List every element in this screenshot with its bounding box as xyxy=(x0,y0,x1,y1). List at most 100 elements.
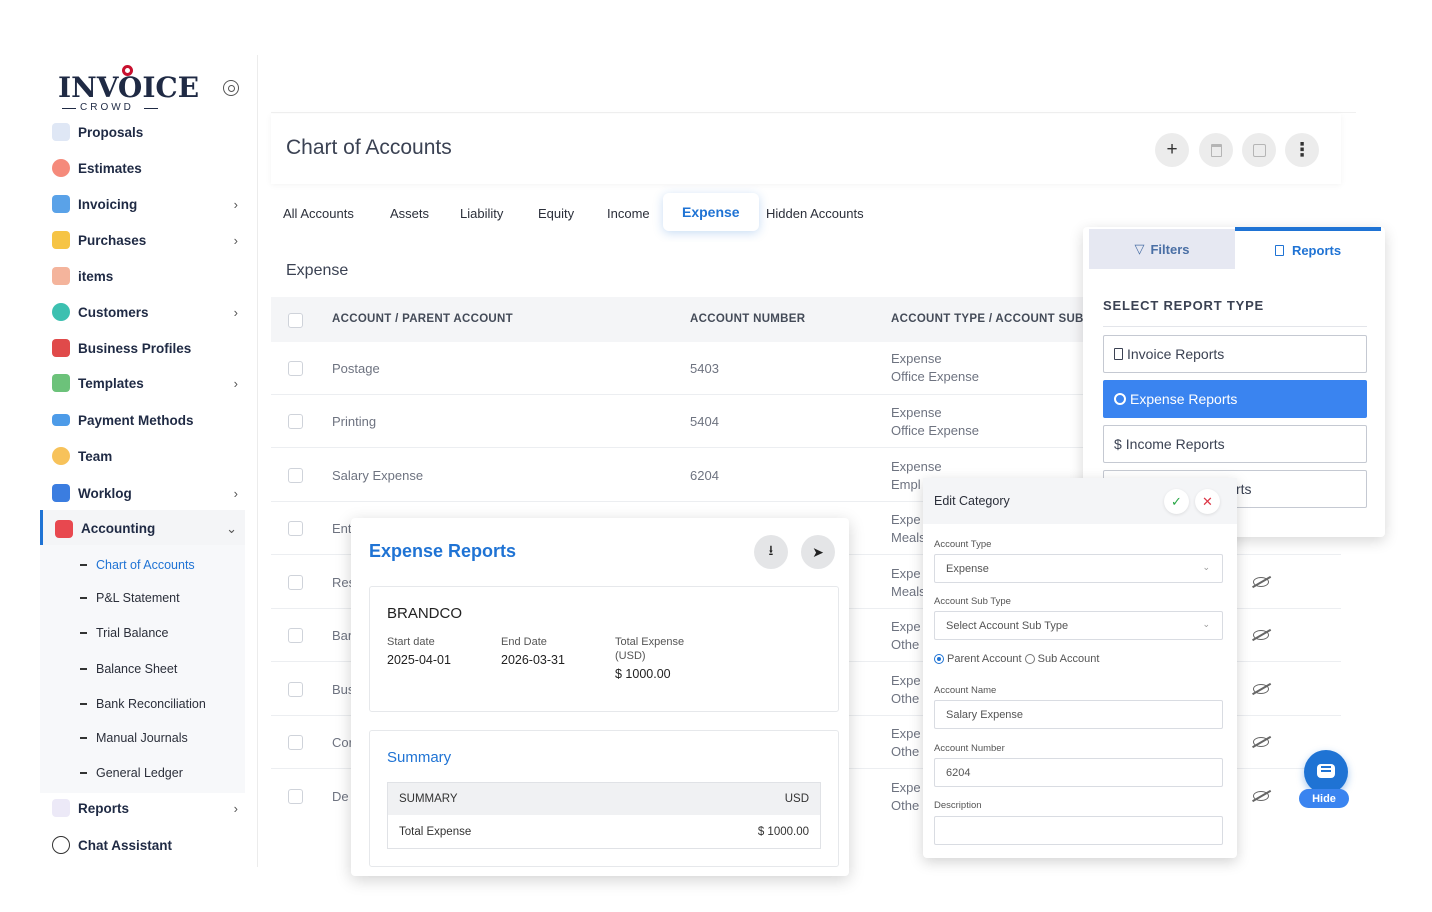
reports-icon xyxy=(52,799,70,817)
expense-reports-option[interactable]: Expense Reports xyxy=(1103,380,1367,418)
check-icon: ✓ xyxy=(1171,493,1182,509)
submenu-general-ledger[interactable]: General Ledger xyxy=(80,766,183,780)
row-checkbox[interactable] xyxy=(288,628,303,643)
eye-off-icon[interactable] xyxy=(1253,684,1269,694)
account-name-input[interactable]: Salary Expense xyxy=(934,700,1223,729)
box-icon xyxy=(52,267,70,285)
sidebar-item-purchases[interactable]: Purchases › xyxy=(40,223,258,257)
sidebar-collapse-icon[interactable] xyxy=(223,80,239,96)
template-icon xyxy=(52,374,70,392)
sidebar-item-customers[interactable]: Customers › xyxy=(40,295,258,329)
sidebar-item-accounting[interactable]: Accounting ⌄ xyxy=(40,510,245,547)
sidebar-item-business-profiles[interactable]: Business Profiles xyxy=(40,331,258,365)
submenu-pl-statement[interactable]: P&L Statement xyxy=(80,591,180,605)
chevron-right-icon: › xyxy=(233,196,238,212)
sidebar-item-invoicing[interactable]: Invoicing › xyxy=(40,187,258,221)
sidebar-item-payment-methods[interactable]: Payment Methods xyxy=(40,403,258,437)
invoice-icon xyxy=(52,195,70,213)
row-checkbox[interactable] xyxy=(288,414,303,429)
account-sub-type-select[interactable]: Select Account Sub Type ⌄ xyxy=(934,611,1223,640)
filter-icon: ▽ xyxy=(1134,241,1145,256)
submenu-trial-balance[interactable]: Trial Balance xyxy=(80,626,169,640)
add-button[interactable]: + xyxy=(1155,133,1189,167)
tab-assets[interactable]: Assets xyxy=(390,206,429,221)
income-reports-option[interactable]: $ Income Reports xyxy=(1103,425,1367,463)
row-checkbox[interactable] xyxy=(288,682,303,697)
send-icon: ➤ xyxy=(812,543,824,560)
hide-button[interactable] xyxy=(1242,133,1276,167)
calculator-icon xyxy=(55,519,73,538)
tab-expense[interactable]: Expense xyxy=(663,193,759,231)
tab-income[interactable]: Income xyxy=(607,206,650,221)
account-level-radio-group: Parent Account Sub Account xyxy=(934,653,1099,665)
row-checkbox[interactable] xyxy=(288,735,303,750)
column-account-number: ACCOUNT NUMBER xyxy=(690,313,806,325)
chat-launcher-button[interactable] xyxy=(1304,750,1348,794)
parent-account-radio[interactable] xyxy=(934,654,944,664)
tab-liability[interactable]: Liability xyxy=(460,206,503,221)
eye-off-icon[interactable] xyxy=(1253,791,1269,801)
account-type-label: Account Type xyxy=(934,539,992,550)
tab-all-accounts[interactable]: All Accounts xyxy=(283,206,354,221)
submenu-manual-journals[interactable]: Manual Journals xyxy=(80,731,188,745)
invoice-reports-option[interactable]: Invoice Reports xyxy=(1103,335,1367,373)
row-checkbox[interactable] xyxy=(288,468,303,483)
report-type-heading: SELECT REPORT TYPE xyxy=(1103,298,1265,313)
more-options-button[interactable]: ⋮ xyxy=(1285,133,1319,167)
sidebar-item-worklog[interactable]: Worklog › xyxy=(40,476,258,510)
description-input[interactable] xyxy=(934,816,1223,845)
sidebar-item-team[interactable]: Team xyxy=(40,439,258,473)
sidebar-item-reports[interactable]: Reports › xyxy=(40,791,258,825)
eye-off-icon[interactable] xyxy=(1253,577,1269,587)
sidebar-item-estimates[interactable]: Estimates xyxy=(40,151,258,185)
sidebar-item-items[interactable]: items xyxy=(40,259,258,293)
chevron-right-icon: › xyxy=(233,485,238,501)
tab-equity[interactable]: Equity xyxy=(538,206,574,221)
account-name-label: Account Name xyxy=(934,685,997,696)
pie-chart-icon xyxy=(1114,393,1126,405)
confirm-button[interactable]: ✓ xyxy=(1164,489,1189,514)
logo[interactable]: INVOICE CROWD xyxy=(58,61,199,113)
total-expense: $ 1000.00 xyxy=(615,667,671,681)
row-checkbox[interactable] xyxy=(288,361,303,376)
edit-category-dialog: Edit Category ✓ ✕ Account Type Expense ⌄… xyxy=(923,478,1237,858)
download-button[interactable]: ⭳ xyxy=(754,535,788,569)
cancel-button[interactable]: ✕ xyxy=(1195,489,1220,514)
delete-button[interactable] xyxy=(1199,133,1233,167)
select-all-checkbox[interactable] xyxy=(288,313,303,328)
row-checkbox[interactable] xyxy=(288,521,303,536)
close-icon: ✕ xyxy=(1202,493,1213,509)
hide-chat-button[interactable]: Hide xyxy=(1299,789,1349,808)
submenu-chart-of-accounts[interactable]: Chart of Accounts xyxy=(80,558,195,572)
sidebar-item-chat-assistant[interactable]: Chat Assistant xyxy=(40,828,258,862)
start-date: 2025-04-01 xyxy=(387,653,451,667)
row-checkbox[interactable] xyxy=(288,789,303,804)
chevron-down-icon: ⌄ xyxy=(226,520,237,536)
row-checkbox[interactable] xyxy=(288,575,303,590)
submenu-bank-reconciliation[interactable]: Bank Reconciliation xyxy=(80,697,206,711)
chevron-down-icon: ⌄ xyxy=(1202,562,1210,572)
eye-off-icon[interactable] xyxy=(1253,630,1269,640)
calendar-icon xyxy=(52,484,70,502)
shopping-bag-icon xyxy=(52,231,70,249)
column-account: ACCOUNT / PARENT ACCOUNT xyxy=(332,313,513,325)
credit-card-icon xyxy=(52,414,70,426)
chat-icon xyxy=(52,836,70,854)
account-type-select[interactable]: Expense ⌄ xyxy=(934,554,1223,583)
reports-tab[interactable]: Reports xyxy=(1235,227,1381,269)
sidebar-item-templates[interactable]: Templates › xyxy=(40,366,258,400)
send-button[interactable]: ➤ xyxy=(801,535,835,569)
account-number-input[interactable]: 6204 xyxy=(934,758,1223,787)
filters-tab[interactable]: ▽ Filters xyxy=(1089,229,1235,269)
summary-section: Summary SUMMARY USD Total Expense $ 1000… xyxy=(369,730,839,867)
chevron-right-icon: › xyxy=(233,375,238,391)
submenu-balance-sheet[interactable]: Balance Sheet xyxy=(80,662,177,676)
chevron-right-icon: › xyxy=(233,232,238,248)
logo-subtext: CROWD xyxy=(80,102,134,113)
eye-off-icon[interactable] xyxy=(1253,737,1269,747)
sub-account-radio[interactable] xyxy=(1024,654,1035,664)
page-header: Chart of Accounts + ⋮ xyxy=(271,114,1341,184)
sidebar-item-proposals[interactable]: Proposals xyxy=(40,115,258,149)
users-icon xyxy=(52,303,70,321)
tab-hidden-accounts[interactable]: Hidden Accounts xyxy=(766,206,864,221)
